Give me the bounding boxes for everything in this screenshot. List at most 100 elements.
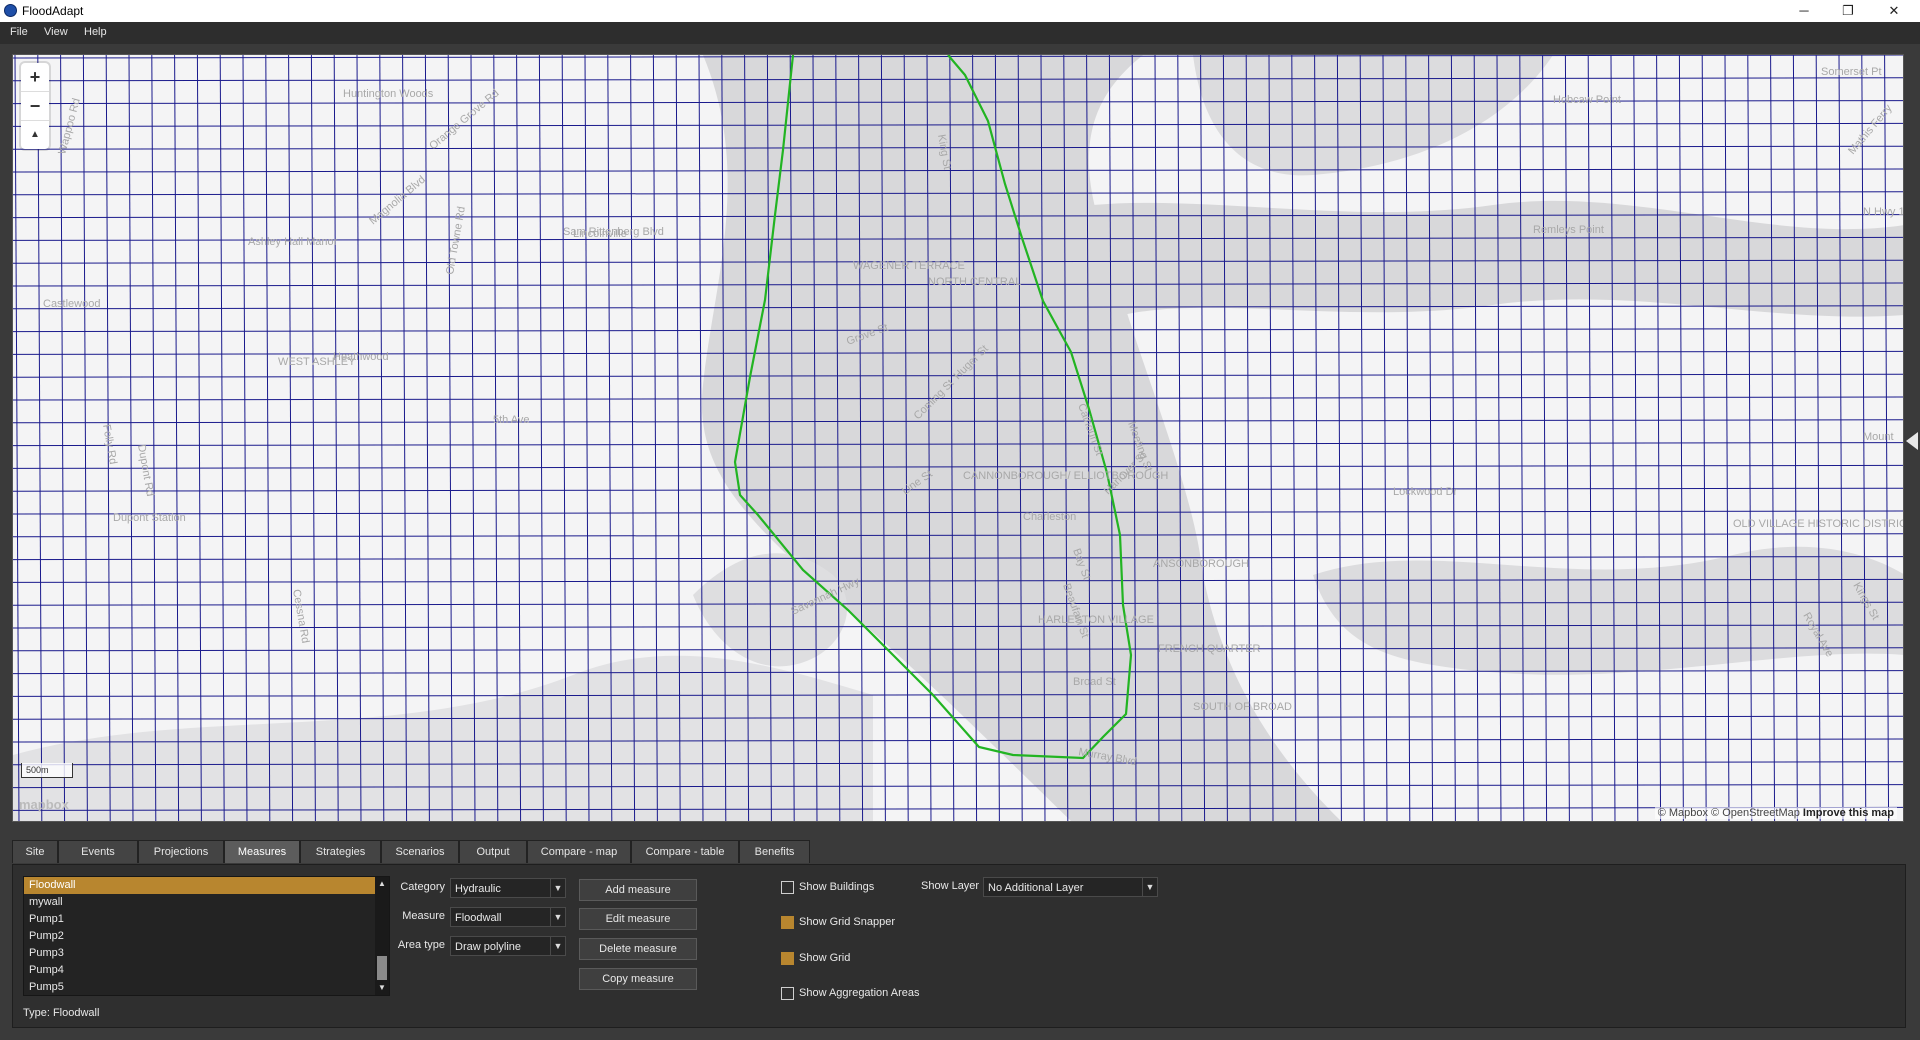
compass-icon[interactable]: ▲ [21,121,49,149]
app-icon [4,4,17,17]
menu-bar: File View Help [0,22,1920,44]
show-buildings-label: Show Buildings [799,881,875,893]
area-type-value: Draw polyline [455,941,522,953]
tab-measures[interactable]: Measures [224,840,300,863]
grid-line [288,55,294,821]
map-place-label: SOUTH OF BROAD [1193,701,1292,713]
scroll-thumb[interactable] [377,956,387,980]
minimize-button[interactable]: ─ [1782,0,1826,22]
chevron-down-icon[interactable]: ▼ [550,908,565,926]
close-button[interactable]: ✕ [1872,0,1916,22]
map-place-label: Dupont Station [113,512,186,524]
measure-select[interactable]: Floodwall ▼ [450,907,566,927]
title-bar: FloodAdapt ─ ❐ ✕ [0,0,1920,22]
chevron-down-icon[interactable]: ▼ [550,937,565,955]
grid-line [82,55,88,821]
map-street-label: Dupont Rd [135,443,156,497]
measure-type-text: Type: Floodwall [23,1007,100,1019]
map-view[interactable]: Huntington Woods Castlewood Ashley Hall Ma… [12,54,1904,822]
grid-line [60,55,66,821]
show-aggregation-checkbox[interactable] [781,987,794,1000]
show-grid-snapper-checkbox[interactable] [781,916,794,929]
area-type-select[interactable]: Draw polyline ▼ [450,936,566,956]
show-layer-value: No Additional Layer [988,882,1084,894]
grid-line [1610,55,1616,821]
tab-strategies[interactable]: Strategies [300,840,381,863]
map-place-label: Mount [1863,431,1894,443]
map-street-label: Mathis Ferry [1846,102,1895,157]
grid-line [174,55,180,821]
add-measure-button[interactable]: Add measure [579,879,697,901]
edit-measure-button[interactable]: Edit measure [579,908,697,930]
show-layer-select[interactable]: No Additional Layer ▼ [983,877,1158,897]
grid-line [1838,55,1844,821]
show-grid-label: Show Grid [799,952,851,964]
category-select[interactable]: Hydraulic ▼ [450,878,566,898]
map-place-label: Huntington Woods [343,88,434,100]
attribution-text[interactable]: © Mapbox © OpenStreetMap [1658,807,1800,819]
grid-line [219,55,225,821]
map-street-label: Lockwood Dr [1393,486,1458,498]
tab-compare-table[interactable]: Compare - table [631,840,739,863]
tab-projections[interactable]: Projections [138,840,224,863]
menu-view[interactable]: View [44,26,68,38]
chevron-down-icon[interactable]: ▼ [1142,878,1157,896]
map-place-label: Charleston [1023,511,1076,523]
tab-site[interactable]: Site [12,840,58,863]
map-place-label: Ashley Hall Manor [248,236,338,248]
grid-line [333,55,339,821]
chevron-down-icon[interactable]: ▼ [550,879,565,897]
grid-line [379,55,385,821]
grid-line [310,55,316,821]
mapbox-logo: mapbox [19,797,69,812]
map-street-label: Folly Rd [100,423,119,465]
show-aggregation-label: Show Aggregation Areas [799,987,920,999]
grid-line [14,55,20,821]
improve-map-link[interactable]: Improve this map [1803,807,1894,819]
grid-line [356,55,362,821]
grid-line [1587,55,1593,821]
grid-line [402,55,408,821]
grid-line [37,55,43,821]
map-canvas[interactable]: Huntington Woods Castlewood Ashley Hall Ma… [13,55,1904,822]
list-item[interactable]: Pump4 [24,962,389,979]
collapse-panel-icon[interactable] [1906,432,1918,450]
menu-file[interactable]: File [10,26,28,38]
grid-line [242,55,248,821]
delete-measure-button[interactable]: Delete measure [579,938,697,960]
tab-benefits[interactable]: Benefits [739,840,810,863]
tab-compare-map[interactable]: Compare - map [527,840,631,863]
map-street-label: N Hwy 17 [1863,206,1904,218]
tab-scenarios[interactable]: Scenarios [381,840,459,863]
tab-events[interactable]: Events [58,840,138,863]
list-item[interactable]: Pump1 [24,911,389,928]
grid-line [1678,55,1684,821]
grid-line [1770,55,1776,821]
copy-measure-button[interactable]: Copy measure [579,968,697,990]
scroll-down-icon[interactable]: ▼ [375,981,389,995]
list-item[interactable]: Pump3 [24,945,389,962]
list-item[interactable]: Floodwall [24,877,389,894]
map-street-label: Lincolnville [573,228,627,240]
list-item[interactable]: Pump5 [24,979,389,996]
grid-line [1724,55,1730,821]
list-item[interactable]: mywall [24,894,389,911]
grid-line [13,715,1903,720]
tab-output[interactable]: Output [459,840,527,863]
list-item[interactable]: Pump2 [24,928,389,945]
map-place-label: ANSONBOROUGH [1153,558,1249,570]
map-place-label: OLD VILLAGE HISTORIC DISTRICT [1733,518,1904,530]
restore-button[interactable]: ❐ [1826,0,1870,22]
measure-label: Measure [402,910,445,922]
zoom-in-icon[interactable]: + [21,63,49,92]
grid-line [1656,55,1662,821]
show-grid-checkbox[interactable] [781,952,794,965]
zoom-out-icon[interactable]: − [21,92,49,121]
menu-help[interactable]: Help [84,26,107,38]
measures-list[interactable]: Floodwall mywall Pump1 Pump2 Pump3 Pump4… [23,876,390,996]
list-scrollbar[interactable]: ▲ ▼ [375,877,389,995]
show-buildings-checkbox[interactable] [781,881,794,894]
grid-line [424,55,430,821]
map-place-label: Hobcaw Point [1553,94,1621,106]
map-street-label: Old Towne Rd [444,206,468,276]
